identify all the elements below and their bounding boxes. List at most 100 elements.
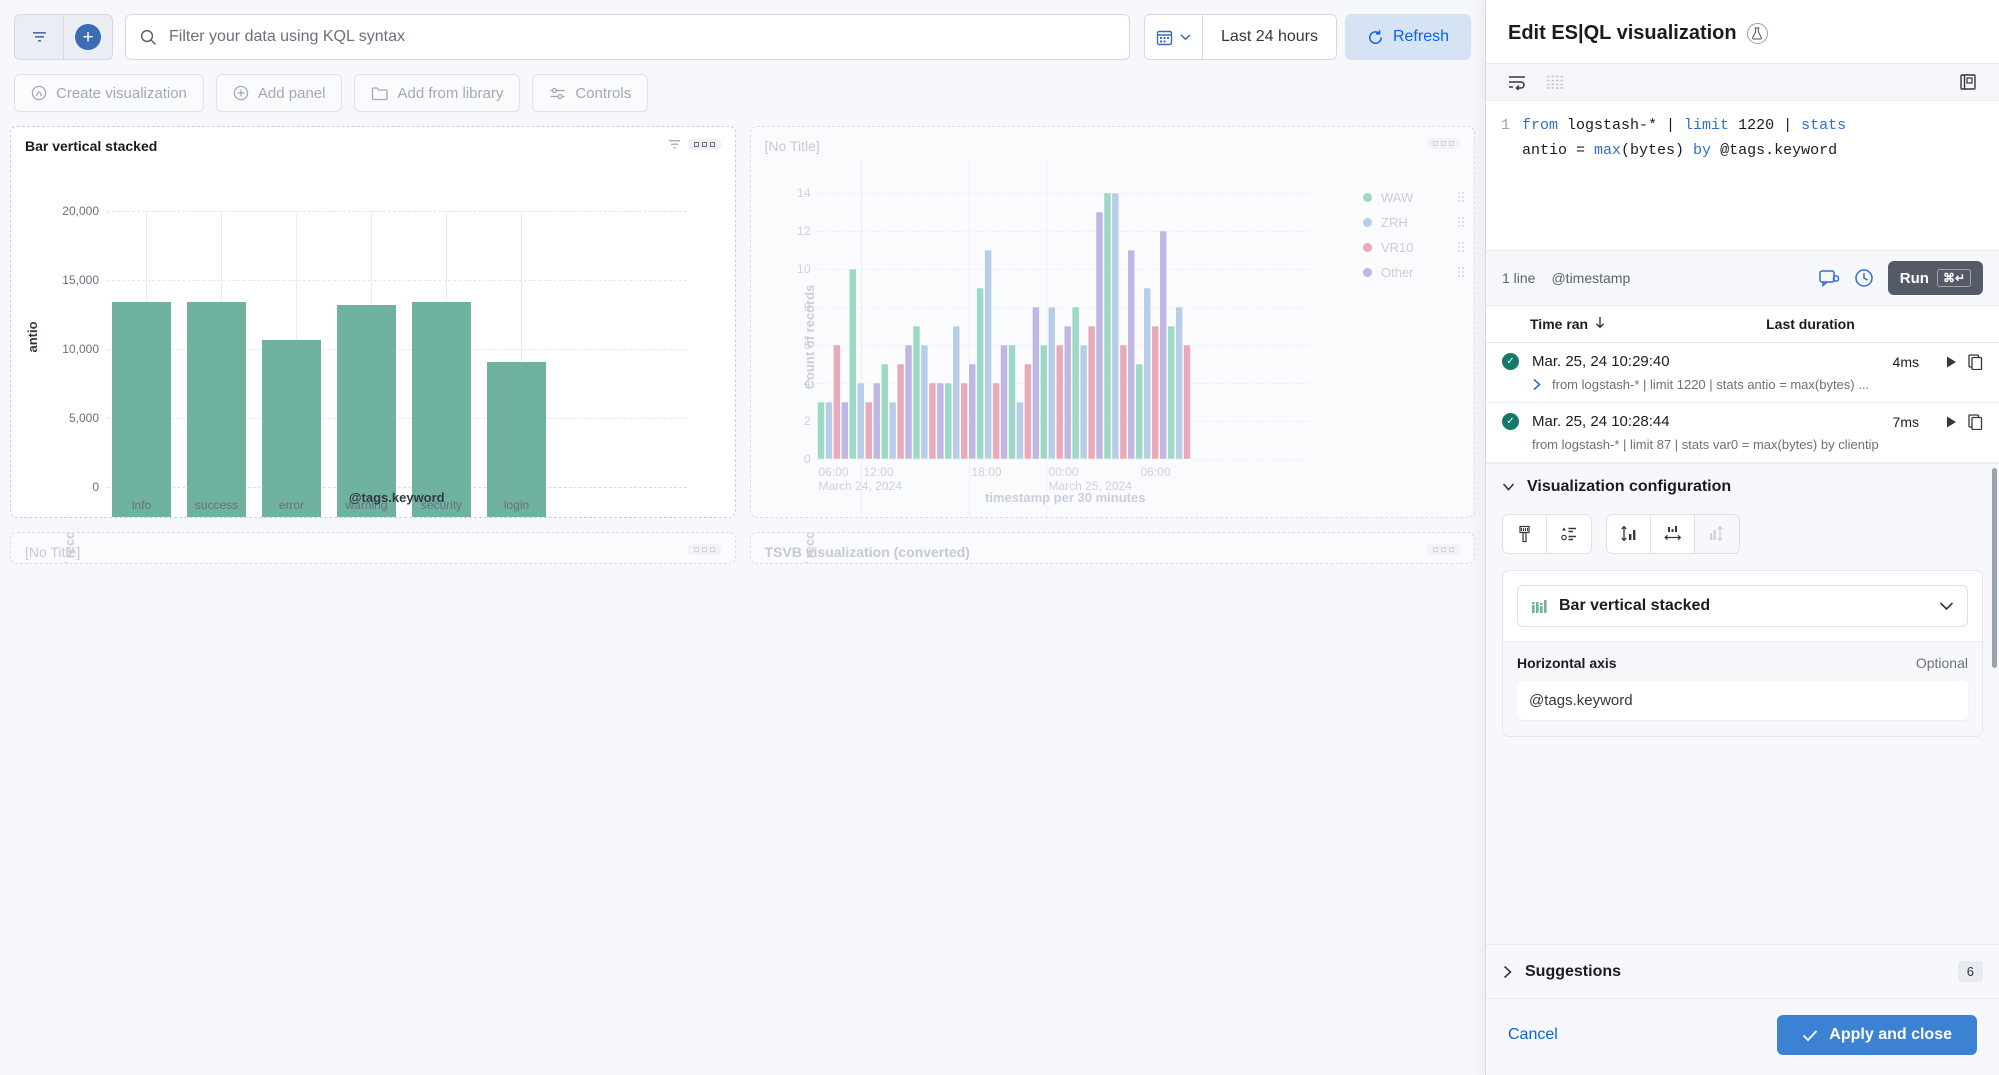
search-bar[interactable]	[125, 14, 1130, 60]
refresh-label: Refresh	[1393, 28, 1449, 46]
filter-options-button[interactable]	[15, 15, 63, 59]
dashboard-grid: Bar vertical stacked	[10, 126, 1475, 564]
panel-title: Bar vertical stacked	[25, 138, 157, 154]
horizontal-axis-icon[interactable]	[1651, 515, 1695, 553]
visualization-configuration-section: Visualization configuration	[1486, 463, 1999, 944]
visualization-configuration-header[interactable]: Visualization configuration	[1502, 478, 1983, 496]
legend-list-icon[interactable]	[1547, 515, 1591, 553]
flyout-title: Edit ES|QL visualization	[1508, 22, 1737, 45]
scrollbar-thumb[interactable]	[1992, 468, 1997, 668]
apply-and-close-button[interactable]: Apply and close	[1777, 1015, 1977, 1055]
chart-type-select[interactable]: Bar vertical stacked	[1517, 585, 1968, 627]
create-visualization-button[interactable]: Create visualization	[14, 74, 204, 112]
play-icon[interactable]	[1945, 355, 1958, 369]
esql-code-editor[interactable]: 1 from logstash-* | limit 1220 | statsan…	[1486, 101, 1999, 251]
legend-item-other[interactable]: Other	[1363, 262, 1464, 282]
legend-label: Other	[1381, 265, 1433, 280]
query-history-header: Time ran Last duration	[1486, 306, 1999, 343]
chevron-down-icon	[1180, 33, 1191, 41]
legend-item-waw[interactable]: WAW	[1363, 187, 1464, 207]
legend-grip-icon[interactable]	[1458, 242, 1464, 252]
bar-security[interactable]	[412, 302, 471, 518]
text-wrap-icon[interactable]	[1508, 74, 1526, 90]
dashboard-region: +	[0, 0, 1485, 1075]
right-axis-icon[interactable]	[1695, 515, 1739, 553]
panel-header: [No Title]	[751, 127, 1475, 157]
panel-context-menu-icon[interactable]	[1427, 138, 1460, 149]
history-row-actions	[1945, 354, 1983, 370]
column-time-ran[interactable]: Time ran	[1530, 316, 1588, 332]
brush-style-icon[interactable]	[1503, 515, 1547, 553]
query-history-row[interactable]: ✓ Mar. 25, 24 10:29:40 4ms	[1486, 343, 1999, 403]
x-axis-title: timestamp per 30 minutes	[817, 490, 1315, 505]
copy-icon[interactable]	[1968, 414, 1983, 430]
chart-type-label: Bar vertical stacked	[1559, 597, 1928, 615]
documentation-icon[interactable]	[1959, 73, 1977, 91]
calendar-icon	[1156, 29, 1173, 46]
create-visualization-icon	[31, 85, 47, 101]
chevron-down-icon[interactable]	[1939, 601, 1954, 611]
x-tick: 12:00	[864, 465, 894, 479]
run-button[interactable]: Run ⌘↵	[1888, 261, 1983, 295]
horizontal-axis-label: Horizontal axis	[1517, 655, 1617, 671]
bar-success[interactable]	[187, 302, 246, 518]
panel-context-menu-icon[interactable]	[688, 139, 721, 150]
legend-color-swatch	[1363, 193, 1372, 202]
legend-item-vr10[interactable]: VR10	[1363, 237, 1464, 257]
legend-grip-icon[interactable]	[1458, 217, 1464, 227]
query-bar: +	[0, 0, 1485, 60]
copy-icon[interactable]	[1968, 354, 1983, 370]
legend-grip-icon[interactable]	[1458, 192, 1464, 202]
history-row-main: ✓ Mar. 25, 24 10:29:40 4ms	[1502, 353, 1983, 370]
cancel-button[interactable]: Cancel	[1508, 1026, 1558, 1044]
panel-context-menu-icon[interactable]	[1427, 544, 1460, 555]
controls-button[interactable]: Controls	[532, 74, 648, 112]
code-content[interactable]: from logstash-* | limit 1220 | statsanti…	[1522, 113, 1866, 163]
viz-tool-groups	[1502, 514, 1983, 554]
play-icon[interactable]	[1945, 415, 1958, 429]
esql-editor-flyout: Edit ES|QL visualization	[1485, 0, 1999, 1075]
legend-item-zrh[interactable]: ZRH	[1363, 212, 1464, 232]
add-filter-button[interactable]: +	[64, 15, 112, 59]
legend-label: VR10	[1381, 240, 1433, 255]
panel-filter-icon[interactable]	[667, 138, 682, 151]
legend-grip-icon[interactable]	[1458, 267, 1464, 277]
editor-settings-icon[interactable]	[1546, 74, 1564, 90]
chevron-down-icon[interactable]	[1502, 482, 1515, 492]
query-history-row[interactable]: ✓ Mar. 25, 24 10:28:44 7ms from	[1486, 403, 1999, 463]
add-from-library-button[interactable]: Add from library	[354, 74, 520, 112]
bar-warning[interactable]	[337, 305, 396, 518]
bar-info[interactable]	[112, 302, 171, 518]
history-duration: 4ms	[1732, 354, 1945, 370]
column-last-duration[interactable]: Last duration	[1766, 316, 1855, 332]
panel-tsvb-visualization[interactable]: TSVB visualization (converted) Count of …	[750, 532, 1476, 564]
clock-icon[interactable]	[1854, 268, 1874, 288]
run-shortcut: ⌘↵	[1937, 269, 1971, 287]
x-tick: 18:00	[972, 465, 1002, 479]
feedback-icon[interactable]	[1819, 269, 1840, 288]
area-series	[751, 563, 1475, 564]
date-picker-quick-menu-button[interactable]	[1145, 15, 1203, 59]
controls-label: Controls	[575, 85, 631, 102]
add-panel-button[interactable]: Add panel	[216, 74, 343, 112]
panel-no-title-stacked[interactable]: [No Title] Count of records 0 2 4 6 8 10…	[750, 126, 1476, 518]
y-tick: 10,000	[29, 342, 99, 356]
search-input[interactable]	[169, 28, 1115, 46]
suggestions-section[interactable]: Suggestions 6	[1486, 944, 1999, 999]
refresh-button[interactable]: Refresh	[1345, 14, 1471, 60]
panel-bar-vertical-stacked[interactable]: Bar vertical stacked	[10, 126, 736, 518]
add-panel-label: Add panel	[258, 85, 326, 102]
vertical-axis-icon[interactable]	[1607, 515, 1651, 553]
history-row-main: ✓ Mar. 25, 24 10:28:44 7ms	[1502, 413, 1983, 430]
chevron-right-icon[interactable]	[1502, 965, 1513, 979]
sort-desc-icon[interactable]	[1594, 316, 1606, 332]
dashboard-toolbar: Create visualization Add panel	[0, 60, 1485, 112]
panel-no-title-histogram[interactable]: [No Title] Count of records 0 2 4 6 8 10…	[10, 532, 736, 564]
date-range-display[interactable]: Last 24 hours	[1203, 15, 1336, 59]
panel-context-menu-icon[interactable]	[688, 544, 721, 555]
chart-no-title-stacked: Count of records 0 2 4 6 8 10 12 14	[751, 157, 1475, 517]
horizontal-axis-field[interactable]: @tags.keyword	[1517, 681, 1968, 720]
editor-toolbar-left	[1508, 74, 1564, 90]
panel-header: [No Title]	[11, 533, 735, 563]
chevron-right-icon[interactable]	[1532, 378, 1542, 391]
